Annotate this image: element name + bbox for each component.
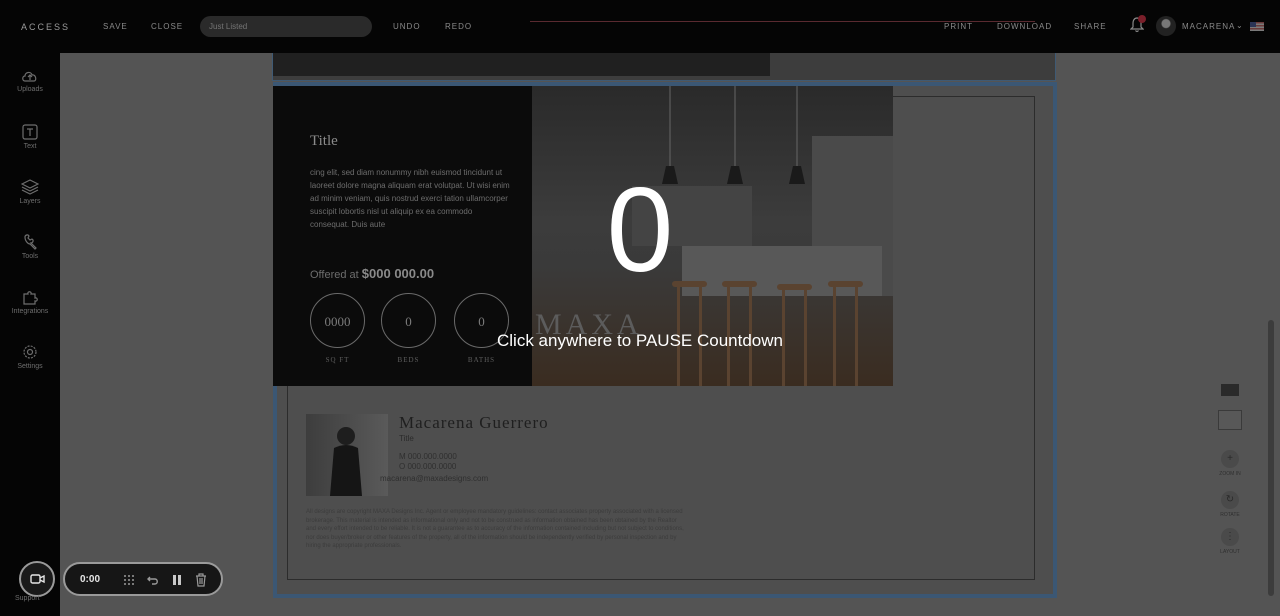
camera-toggle-button[interactable] xyxy=(19,561,55,597)
grid-icon[interactable] xyxy=(121,572,137,588)
countdown-message: Click anywhere to PAUSE Countdown xyxy=(497,331,783,350)
video-camera-icon xyxy=(30,574,45,584)
trash-icon[interactable] xyxy=(193,572,209,588)
restart-icon[interactable] xyxy=(145,572,161,588)
pause-icon[interactable] xyxy=(169,572,185,588)
app-root: ACCESS SAVE CLOSE UNDO REDO PRINT DOWNLO… xyxy=(0,0,1280,616)
countdown-overlay[interactable]: 0 Click anywhere to PAUSE Countdown xyxy=(0,0,1280,616)
recording-controls: 0:00 xyxy=(63,562,223,596)
countdown-number: 0 xyxy=(606,163,674,297)
support-label[interactable]: Support xyxy=(15,595,40,602)
recording-timer: 0:00 xyxy=(80,574,101,585)
